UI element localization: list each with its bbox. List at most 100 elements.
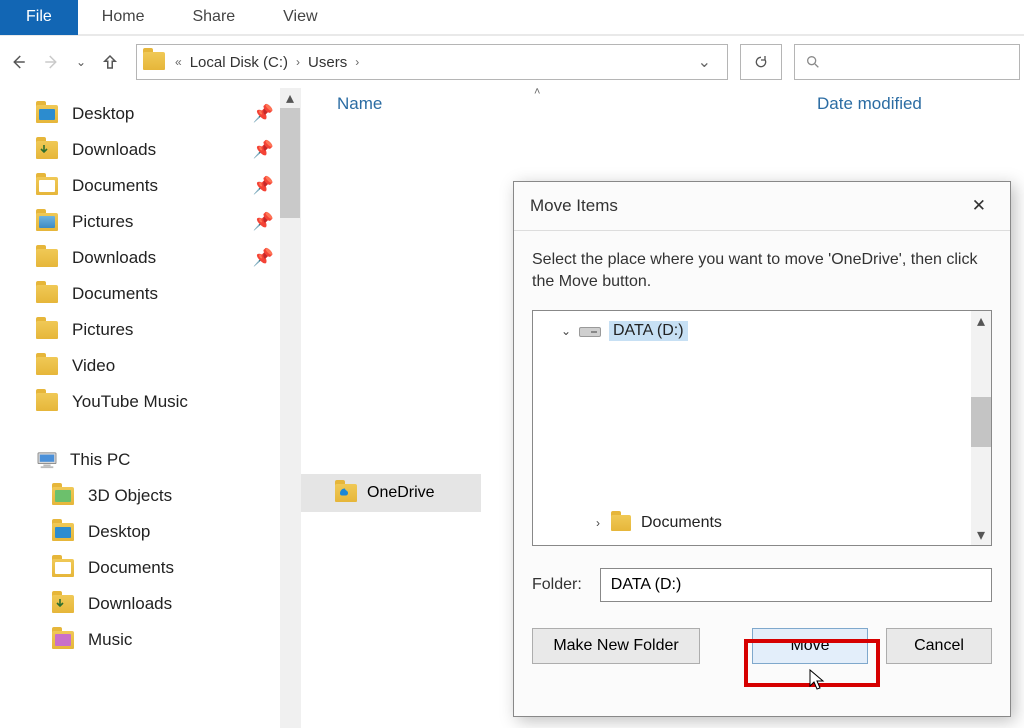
tree-item-selected[interactable]: ⌄ DATA (D:) bbox=[533, 317, 991, 345]
chevron-right-icon: › bbox=[296, 55, 300, 69]
dialog-body: Select the place where you want to move … bbox=[514, 231, 1010, 716]
sidebar-item-pictures[interactable]: Pictures 📌 bbox=[36, 204, 300, 240]
sidebar-item-desktop[interactable]: Desktop 📌 bbox=[36, 96, 300, 132]
sidebar-item-label: 3D Objects bbox=[88, 486, 172, 506]
sidebar-item-label: Video bbox=[72, 356, 115, 376]
list-item[interactable]: OneDrive bbox=[301, 474, 481, 512]
sidebar-item-music[interactable]: Music bbox=[36, 622, 300, 658]
sidebar-this-pc[interactable]: This PC bbox=[36, 442, 300, 478]
folder-icon bbox=[36, 249, 58, 267]
forward-button[interactable] bbox=[38, 46, 66, 78]
sidebar-item-label: Downloads bbox=[88, 594, 172, 614]
tab-view[interactable]: View bbox=[259, 0, 341, 35]
folder-icon bbox=[335, 484, 357, 502]
cancel-button[interactable]: Cancel bbox=[886, 628, 992, 664]
folder-icon bbox=[52, 523, 74, 541]
sidebar-item-label: Pictures bbox=[72, 212, 133, 232]
pin-icon: 📌 bbox=[253, 104, 274, 124]
folder-icon bbox=[52, 595, 74, 613]
column-headers: Name Date modified bbox=[301, 88, 1024, 124]
sidebar-item-desktop2[interactable]: Desktop bbox=[36, 514, 300, 550]
sidebar-item-video[interactable]: Video bbox=[36, 348, 300, 384]
folder-icon bbox=[52, 487, 74, 505]
sidebar-item-label: Documents bbox=[72, 176, 158, 196]
sidebar-item-pictures2[interactable]: Pictures bbox=[36, 312, 300, 348]
move-button[interactable]: Move bbox=[752, 628, 868, 664]
scroll-thumb[interactable] bbox=[280, 108, 300, 218]
sidebar-item-downloads2[interactable]: Downloads 📌 bbox=[36, 240, 300, 276]
expand-icon[interactable]: › bbox=[591, 516, 605, 530]
recent-dropdown[interactable]: ⌄ bbox=[72, 46, 90, 78]
sidebar-item-label: Desktop bbox=[72, 104, 134, 124]
back-button[interactable] bbox=[4, 46, 32, 78]
sidebar-item-label: Downloads bbox=[72, 248, 156, 268]
dialog-buttons: Make New Folder Move Cancel bbox=[532, 628, 992, 664]
sidebar-item-label: This PC bbox=[70, 450, 130, 470]
sidebar-item-label: Music bbox=[88, 630, 132, 650]
folder-row: Folder: bbox=[532, 568, 992, 602]
tab-home[interactable]: Home bbox=[78, 0, 169, 35]
search-input[interactable] bbox=[794, 44, 1020, 80]
pin-icon: 📌 bbox=[253, 212, 274, 232]
folder-tree[interactable]: ⌄ DATA (D:) › Documents ▴ ▾ bbox=[532, 310, 992, 546]
sidebar-item-documents2[interactable]: Documents bbox=[36, 276, 300, 312]
sidebar-item-documents[interactable]: Documents📌 bbox=[36, 168, 300, 204]
tab-file[interactable]: File bbox=[0, 0, 78, 35]
folder-icon bbox=[36, 177, 58, 195]
ribbon: File Home Share View bbox=[0, 0, 1024, 36]
column-name[interactable]: Name bbox=[337, 94, 817, 114]
sidebar-item-label: Desktop bbox=[88, 522, 150, 542]
sidebar-scrollbar[interactable]: ▴ bbox=[280, 88, 300, 728]
nav-tree: Desktop📌 Downloads📌 Documents📌 Pictures📌… bbox=[0, 88, 300, 658]
column-date[interactable]: Date modified bbox=[817, 94, 922, 114]
pin-icon: 📌 bbox=[253, 140, 274, 160]
folder-icon bbox=[143, 52, 163, 72]
sidebar-item-downloads[interactable]: Downloads 📌 bbox=[36, 132, 300, 168]
sidebar-item-3dobjects[interactable]: 3D Objects bbox=[36, 478, 300, 514]
tree-scrollbar[interactable]: ▴ ▾ bbox=[971, 311, 991, 545]
scroll-thumb[interactable] bbox=[971, 397, 991, 447]
scroll-up-icon[interactable]: ▴ bbox=[280, 88, 300, 108]
sidebar-item-youtube[interactable]: YouTube Music bbox=[36, 384, 300, 420]
sidebar-item-label: Downloads bbox=[72, 140, 156, 160]
drive-icon bbox=[579, 324, 601, 338]
address-dropdown[interactable]: ⌄ bbox=[688, 52, 721, 72]
tree-item-label: Documents bbox=[641, 514, 722, 532]
chevron-left-icon: « bbox=[175, 55, 182, 69]
pin-icon: 📌 bbox=[253, 248, 274, 268]
dialog-title: Move Items bbox=[530, 196, 618, 216]
refresh-button[interactable] bbox=[740, 44, 782, 80]
sidebar-item-label: Documents bbox=[88, 558, 174, 578]
dialog-titlebar: Move Items ✕ bbox=[514, 182, 1010, 231]
tree-item[interactable]: › Documents bbox=[533, 509, 971, 537]
move-items-dialog: Move Items ✕ Select the place where you … bbox=[513, 181, 1011, 717]
sidebar-item-documents3[interactable]: Documents bbox=[36, 550, 300, 586]
folder-icon bbox=[52, 559, 74, 577]
folder-icon bbox=[36, 393, 58, 411]
tab-share[interactable]: Share bbox=[168, 0, 259, 35]
sidebar-item-label: Pictures bbox=[72, 320, 133, 340]
scroll-down-icon[interactable]: ▾ bbox=[971, 525, 991, 545]
scroll-up-icon[interactable]: ▴ bbox=[971, 311, 991, 331]
folder-icon bbox=[36, 321, 58, 339]
address-bar[interactable]: « Local Disk (C:) › Users › ⌄ bbox=[136, 44, 728, 80]
navigation-pane: Desktop📌 Downloads📌 Documents📌 Pictures📌… bbox=[0, 88, 300, 728]
folder-icon bbox=[611, 515, 631, 531]
folder-icon bbox=[52, 631, 74, 649]
folder-icon bbox=[36, 105, 58, 123]
chevron-right-icon: › bbox=[355, 55, 359, 69]
sidebar-item-label: Documents bbox=[72, 284, 158, 304]
close-button[interactable]: ✕ bbox=[964, 192, 994, 220]
up-button[interactable] bbox=[96, 46, 124, 78]
breadcrumb-part[interactable]: Users bbox=[304, 52, 351, 73]
make-new-folder-button[interactable]: Make New Folder bbox=[532, 628, 700, 664]
folder-input[interactable] bbox=[600, 568, 992, 602]
collapse-icon[interactable]: ⌄ bbox=[559, 324, 573, 338]
pc-icon bbox=[36, 451, 58, 469]
file-name: OneDrive bbox=[367, 484, 435, 502]
dialog-message: Select the place where you want to move … bbox=[532, 249, 992, 292]
breadcrumb-part[interactable]: Local Disk (C:) bbox=[186, 52, 292, 73]
folder-icon bbox=[36, 141, 58, 159]
sidebar-item-label: YouTube Music bbox=[72, 392, 188, 412]
sidebar-item-downloads3[interactable]: Downloads bbox=[36, 586, 300, 622]
